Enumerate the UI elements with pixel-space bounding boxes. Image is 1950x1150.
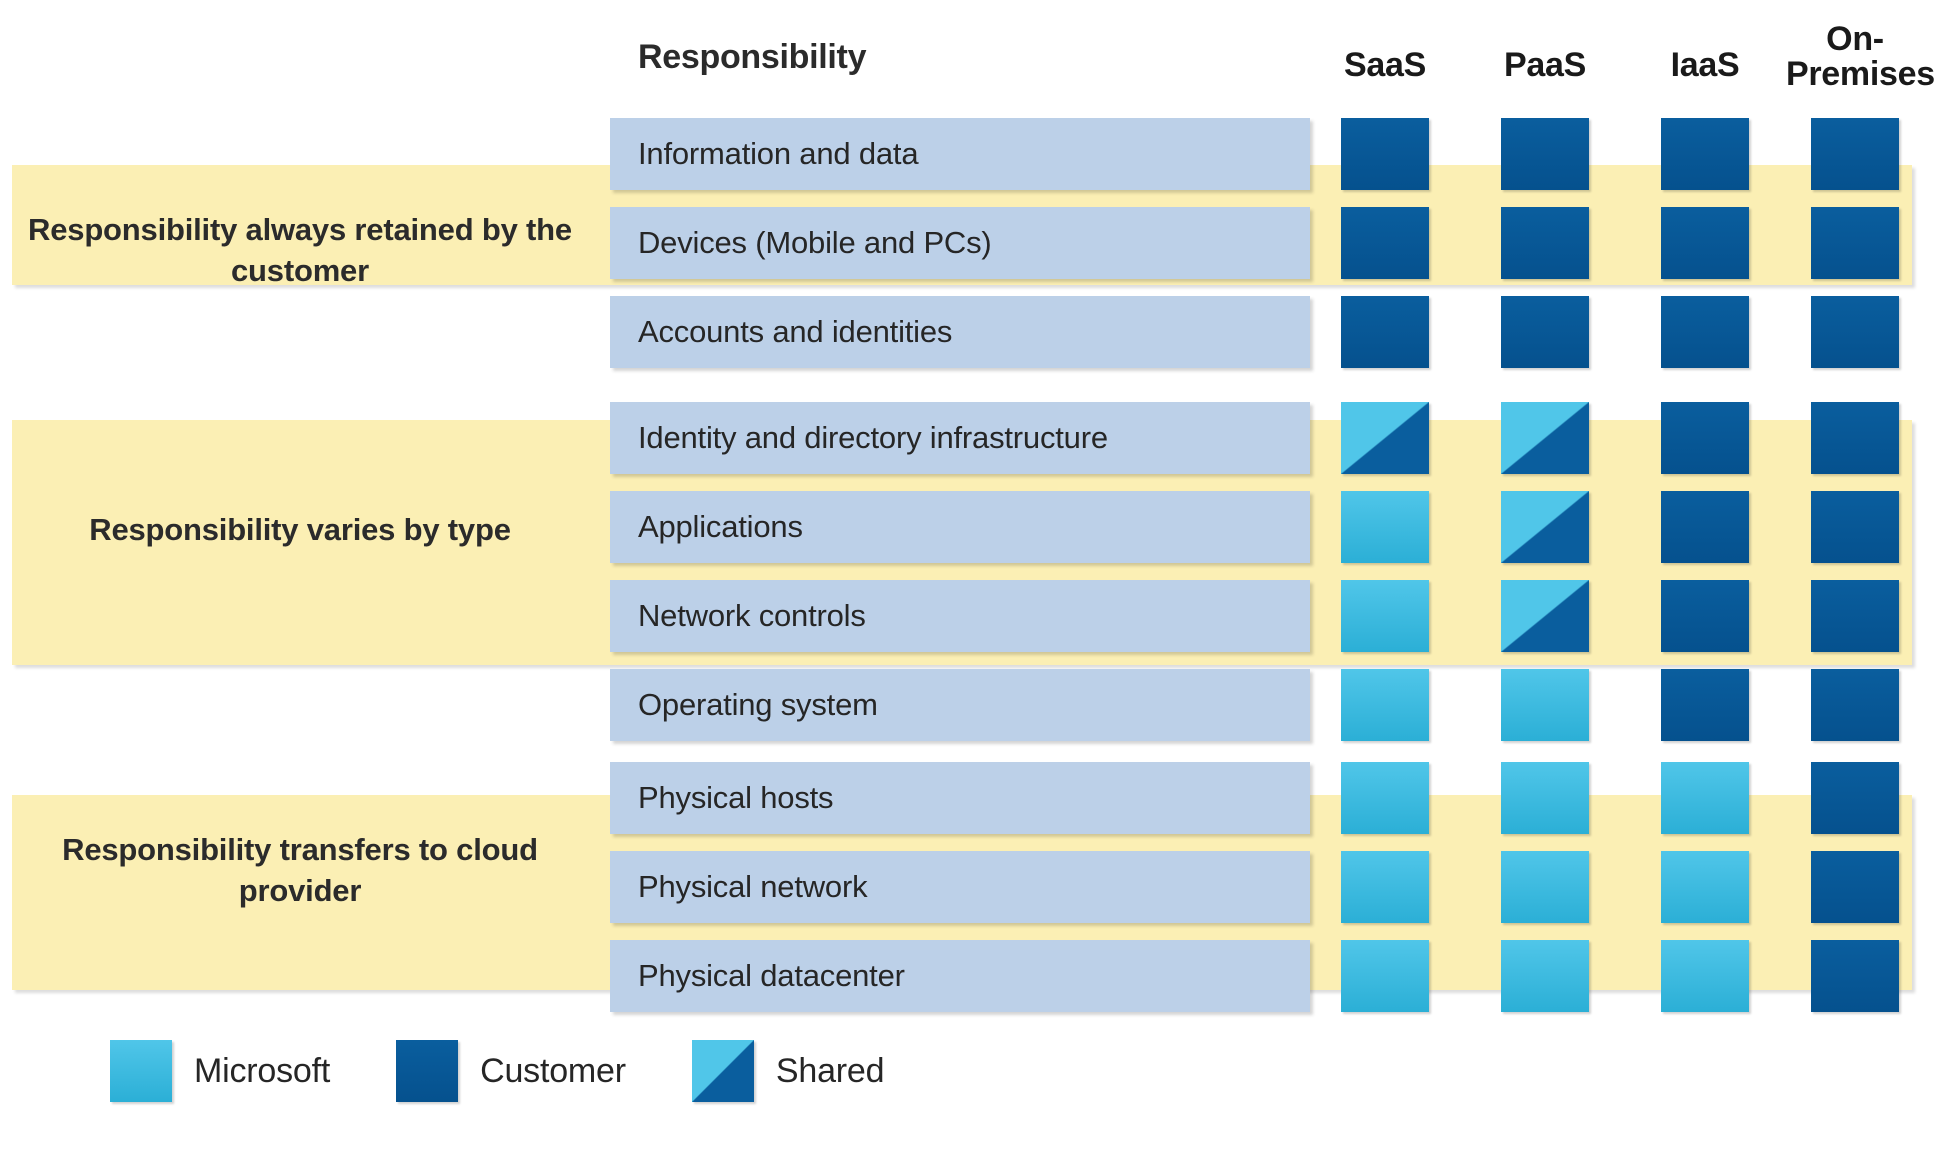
matrix-cell-saas-microsoft <box>1341 580 1429 652</box>
column-header-onprem: On-Premises <box>1786 20 1935 94</box>
matrix-cell-saas-microsoft <box>1341 491 1429 563</box>
matrix-cell-iaas-customer <box>1661 402 1749 474</box>
matrix-cell-onprem-customer <box>1811 491 1899 563</box>
responsibility-row: Operating system <box>610 669 1310 741</box>
responsibility-row-label: Network controls <box>638 598 866 633</box>
matrix-cell-paas-microsoft <box>1501 762 1589 834</box>
responsibility-row-label: Applications <box>638 509 803 544</box>
matrix-cell-onprem-customer <box>1811 669 1899 741</box>
matrix-cell-iaas-customer <box>1661 118 1749 190</box>
legend-item-microsoft: Microsoft <box>110 1040 330 1102</box>
column-header-saas: SaaS <box>1344 46 1426 84</box>
legend-label-customer: Customer <box>480 1051 626 1090</box>
responsibility-row: Accounts and identities <box>610 296 1310 368</box>
matrix-cell-saas-customer <box>1341 118 1429 190</box>
matrix-cell-iaas-customer <box>1661 296 1749 368</box>
legend-swatch-microsoft-icon <box>110 1040 172 1102</box>
matrix-cell-saas-customer <box>1341 207 1429 279</box>
responsibility-row-label: Accounts and identities <box>638 314 953 349</box>
legend: Microsoft Customer Shared <box>110 1040 950 1102</box>
matrix-cell-saas-microsoft <box>1341 851 1429 923</box>
legend-item-customer: Customer <box>396 1040 626 1102</box>
responsibility-row-label: Identity and directory infrastructure <box>638 420 1108 455</box>
matrix-cell-iaas-microsoft <box>1661 851 1749 923</box>
column-header-iaas: IaaS <box>1670 46 1740 84</box>
matrix-cell-paas-customer <box>1501 296 1589 368</box>
legend-item-shared: Shared <box>691 1040 885 1102</box>
matrix-cell-paas-microsoft <box>1501 940 1589 1012</box>
matrix-cell-paas-customer <box>1501 118 1589 190</box>
matrix-cell-onprem-customer <box>1811 402 1899 474</box>
responsibility-row-label: Physical hosts <box>638 780 834 815</box>
responsibility-column-header: Responsibility <box>638 38 867 76</box>
responsibility-row-label: Information and data <box>638 136 919 171</box>
responsibility-row-label: Operating system <box>638 687 878 722</box>
responsibility-row: Information and data <box>610 118 1310 190</box>
responsibility-row: Physical datacenter <box>610 940 1310 1012</box>
matrix-cell-iaas-customer <box>1661 491 1749 563</box>
responsibility-row-label: Physical datacenter <box>638 958 905 993</box>
matrix-cell-paas-shared <box>1501 491 1589 563</box>
matrix-cell-saas-microsoft <box>1341 762 1429 834</box>
legend-swatch-shared-icon <box>691 1040 754 1102</box>
matrix-cell-paas-microsoft <box>1501 851 1589 923</box>
group-label-always-retained: Responsibility always retained by the cu… <box>28 212 572 288</box>
matrix-cell-paas-customer <box>1501 207 1589 279</box>
matrix-cell-iaas-customer <box>1661 580 1749 652</box>
matrix-cell-saas-customer <box>1341 296 1429 368</box>
responsibility-row: Applications <box>610 491 1310 563</box>
responsibility-row-label: Devices (Mobile and PCs) <box>638 225 992 260</box>
matrix-cell-iaas-customer <box>1661 207 1749 279</box>
matrix-cell-paas-shared <box>1501 580 1589 652</box>
matrix-cell-onprem-customer <box>1811 207 1899 279</box>
matrix-cell-saas-microsoft <box>1341 669 1429 741</box>
matrix-cell-paas-microsoft <box>1501 669 1589 741</box>
column-header-paas: PaaS <box>1504 46 1586 84</box>
group-label-transfers-to-provider: Responsibility transfers to cloud provid… <box>62 832 538 908</box>
legend-swatch-customer-icon <box>396 1040 459 1102</box>
responsibility-row: Devices (Mobile and PCs) <box>610 207 1310 279</box>
group-label-varies-by-type: Responsibility varies by type <box>89 512 511 547</box>
matrix-cell-onprem-customer <box>1811 851 1899 923</box>
matrix-cell-iaas-microsoft <box>1661 762 1749 834</box>
responsibility-row: Physical network <box>610 851 1310 923</box>
responsibility-row: Identity and directory infrastructure <box>610 402 1310 474</box>
matrix-cell-onprem-customer <box>1811 296 1899 368</box>
matrix-cell-paas-shared <box>1501 402 1589 474</box>
matrix-cell-onprem-customer <box>1811 762 1899 834</box>
shared-responsibility-diagram: Responsibility always retained by the cu… <box>0 0 1950 1150</box>
responsibility-row-label: Physical network <box>638 869 868 904</box>
matrix-cell-saas-shared <box>1341 402 1429 474</box>
matrix-cell-saas-microsoft <box>1341 940 1429 1012</box>
matrix-cell-onprem-customer <box>1811 940 1899 1012</box>
responsibility-row: Network controls <box>610 580 1310 652</box>
matrix-cell-iaas-customer <box>1661 669 1749 741</box>
responsibility-row: Physical hosts <box>610 762 1310 834</box>
matrix-cell-iaas-microsoft <box>1661 940 1749 1012</box>
matrix-cell-onprem-customer <box>1811 118 1899 190</box>
legend-label-microsoft: Microsoft <box>194 1051 331 1090</box>
matrix-cell-onprem-customer <box>1811 580 1899 652</box>
legend-label-shared: Shared <box>775 1051 885 1090</box>
